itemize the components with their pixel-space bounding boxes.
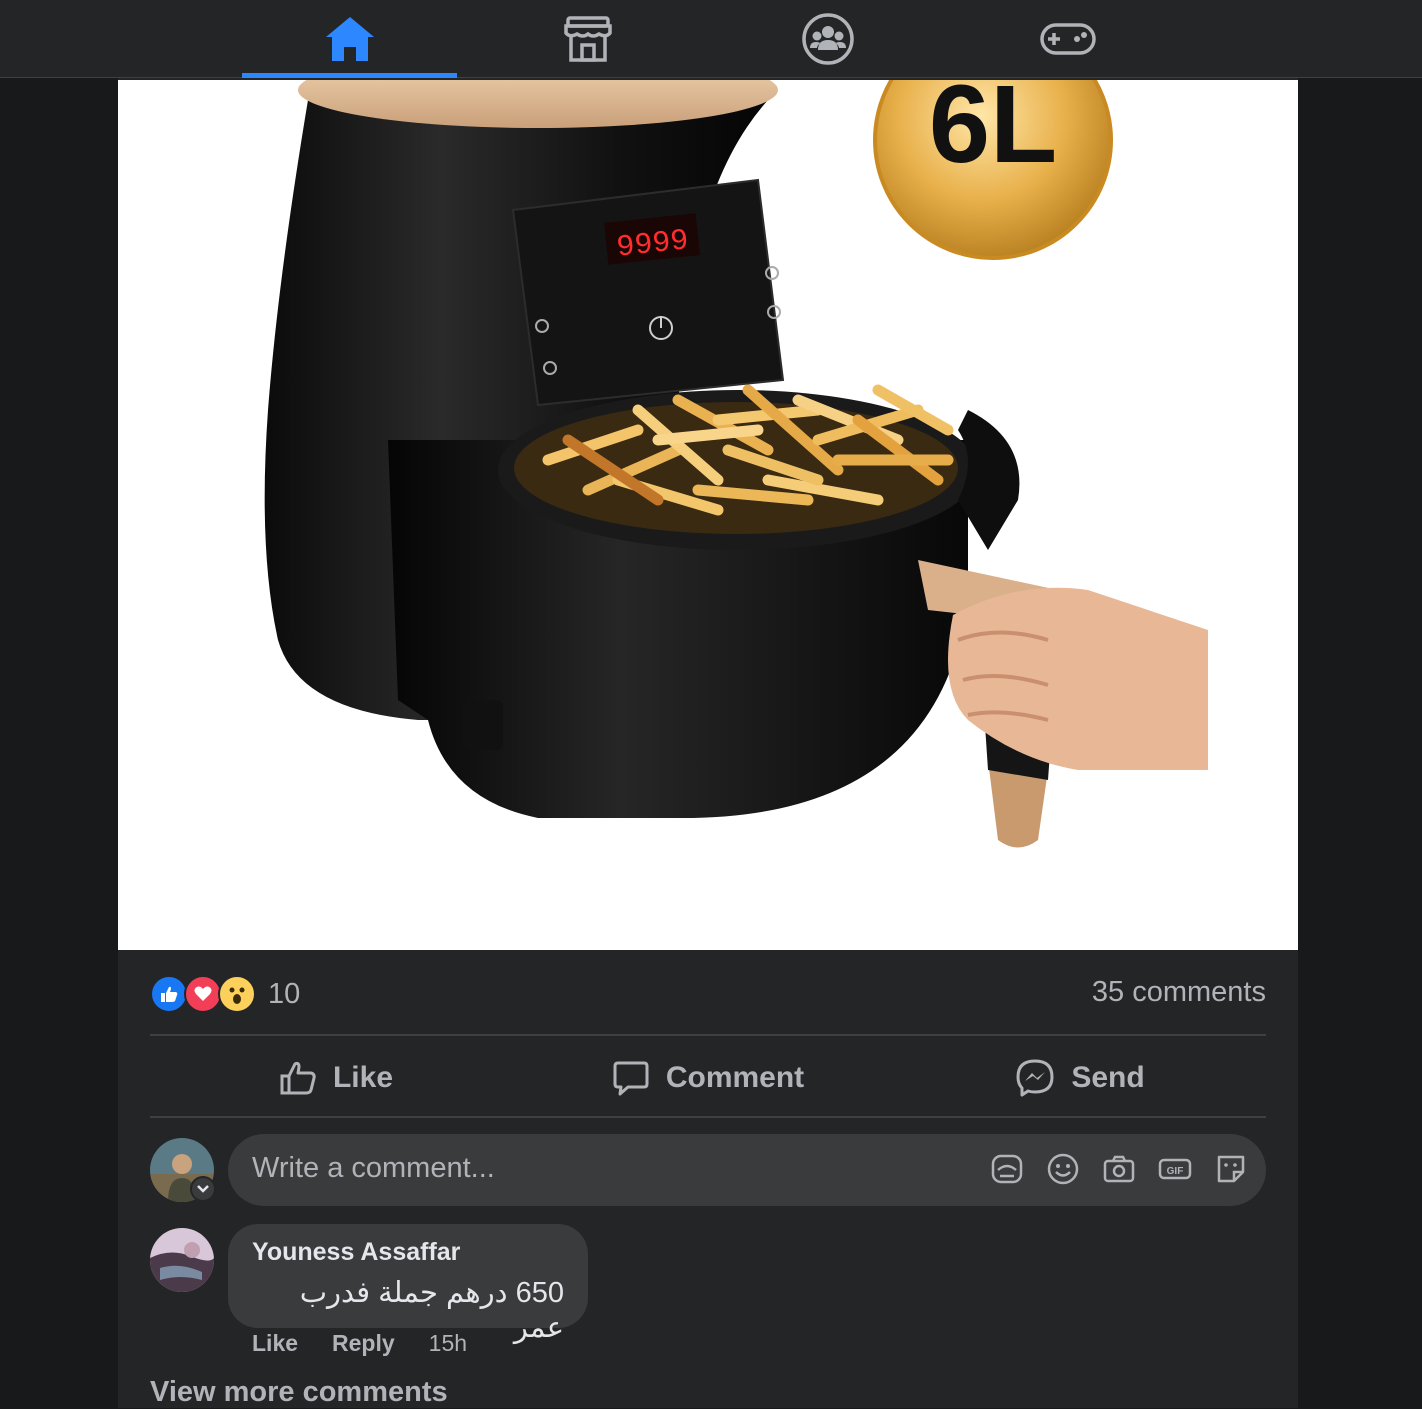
messenger-icon bbox=[1016, 1059, 1054, 1097]
top-navigation-bar bbox=[0, 0, 1422, 78]
capacity-badge: 6L bbox=[929, 80, 1057, 186]
gif-icon[interactable]: GIF bbox=[1158, 1152, 1192, 1186]
comment-bubble-icon bbox=[613, 1061, 649, 1096]
post-photo[interactable]: 9999 6L bbox=[118, 80, 1298, 950]
divider bbox=[150, 1116, 1266, 1118]
view-more-comments-link[interactable]: View more comments bbox=[150, 1376, 448, 1409]
chevron-down-icon[interactable] bbox=[190, 1176, 216, 1202]
tab-groups[interactable] bbox=[720, 0, 935, 78]
comment-meta: Like Reply 15h bbox=[252, 1330, 467, 1357]
gaming-controller-icon bbox=[1039, 23, 1096, 55]
marketplace-store-icon bbox=[563, 16, 612, 62]
comment-composer: Write a comment... GIF bbox=[150, 1134, 1266, 1208]
groups-icon bbox=[801, 13, 854, 65]
send-label: Send bbox=[1071, 1061, 1145, 1094]
emoji-icon[interactable] bbox=[1046, 1152, 1080, 1186]
air-fryer-product-image: 9999 6L bbox=[264, 80, 1208, 848]
svg-text:GIF: GIF bbox=[1167, 1166, 1184, 1177]
tab-home[interactable] bbox=[242, 0, 457, 78]
tab-marketplace[interactable] bbox=[480, 0, 695, 78]
commenter-avatar[interactable] bbox=[150, 1228, 214, 1292]
camera-icon[interactable] bbox=[1102, 1152, 1136, 1186]
reaction-count: 10 bbox=[268, 977, 301, 1010]
love-reaction-icon bbox=[184, 975, 222, 1013]
comment-input-placeholder: Write a comment... bbox=[252, 1152, 495, 1184]
comment-input[interactable]: Write a comment... GIF bbox=[228, 1134, 1266, 1206]
tab-gaming[interactable] bbox=[960, 0, 1175, 78]
thumbs-up-icon bbox=[280, 1061, 316, 1095]
send-button[interactable]: Send bbox=[894, 1038, 1266, 1118]
comment-timestamp[interactable]: 15h bbox=[429, 1330, 467, 1357]
home-icon bbox=[325, 17, 374, 61]
like-button[interactable]: Like bbox=[150, 1038, 522, 1118]
comment-author[interactable]: Youness Assaffar bbox=[252, 1238, 564, 1267]
post-actions: Like Comment Send bbox=[150, 1038, 1266, 1118]
wow-reaction-icon bbox=[218, 975, 256, 1013]
comment-like-button[interactable]: Like bbox=[252, 1330, 298, 1357]
comments-count-link[interactable]: 35 comments bbox=[1092, 976, 1266, 1009]
comment-button[interactable]: Comment bbox=[522, 1038, 894, 1118]
composer-icons: GIF bbox=[990, 1152, 1248, 1186]
post-stats: 10 35 comments bbox=[150, 970, 1266, 1020]
divider bbox=[150, 1034, 1266, 1036]
comment-reply-button[interactable]: Reply bbox=[332, 1330, 395, 1357]
avatar-sticker-icon[interactable] bbox=[990, 1152, 1024, 1186]
comment-label: Comment bbox=[665, 1061, 805, 1094]
like-reaction-icon bbox=[150, 975, 188, 1013]
sticker-icon[interactable] bbox=[1214, 1152, 1248, 1186]
comment-bubble[interactable]: Youness Assaffar 650 درهم جملة فدرب عمر bbox=[228, 1224, 588, 1344]
reaction-summary[interactable]: 10 bbox=[150, 974, 300, 1014]
like-label: Like bbox=[332, 1061, 394, 1094]
feed-post: 9999 6L 10 35 comments Like Comment Send… bbox=[118, 78, 1298, 1408]
